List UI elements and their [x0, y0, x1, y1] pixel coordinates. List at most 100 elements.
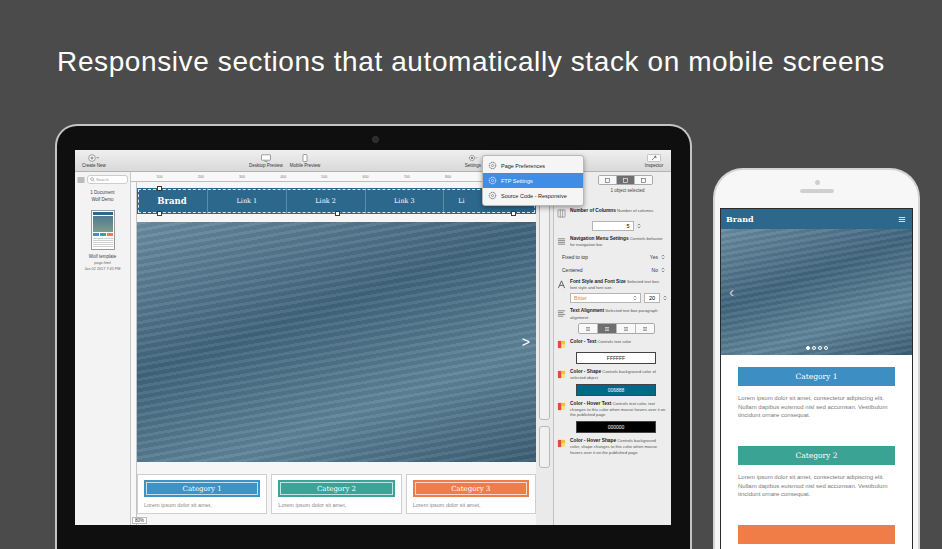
- row-text: Color - Text Controls text color: [570, 339, 631, 345]
- selection-handle[interactable]: [157, 186, 162, 191]
- gear-icon: [488, 176, 497, 185]
- row-description: Controls text color: [597, 339, 631, 344]
- color-well[interactable]: 006888: [576, 384, 656, 396]
- align-lines-icon: [604, 326, 610, 332]
- selection-handle[interactable]: [335, 211, 340, 216]
- select-label: Centered: [562, 267, 583, 273]
- preview-label: Desktop Preview: [249, 163, 283, 168]
- thumbnail-button: [93, 233, 99, 236]
- mobile-content: Category 1 Lorem ipsum dolor sit amet, c…: [721, 355, 912, 544]
- inspector-row: Color - Text Controls text color FFFFFF: [557, 339, 667, 364]
- inspector-row: Fixed to top Yes: [557, 253, 667, 261]
- section-strip: [536, 182, 553, 525]
- color-well[interactable]: FFFFFF: [576, 352, 656, 364]
- menu-item[interactable]: FTP Settings: [483, 173, 583, 188]
- page-thumbnail[interactable]: [91, 210, 115, 250]
- nav-link[interactable]: Link 1: [207, 188, 286, 214]
- inspector-row: Text Alignment Selected text box paragra…: [557, 308, 667, 334]
- select-box[interactable]: No: [650, 266, 667, 274]
- camera-icon: [372, 136, 379, 143]
- number-field[interactable]: 5: [592, 221, 634, 231]
- alignment-option[interactable]: [579, 324, 597, 333]
- align-lines-icon: [585, 326, 591, 332]
- phone-screen: Brand ‹ Category 1 Lorem ipsum dolor sit…: [720, 208, 913, 549]
- hamburger-icon[interactable]: [898, 216, 906, 223]
- slider-dot[interactable]: [806, 346, 810, 350]
- font-select[interactable]: Bitter: [570, 293, 641, 303]
- align-lines-icon: [623, 326, 629, 332]
- menu-item-label: FTP Settings: [501, 178, 533, 184]
- page-file: page.html: [94, 261, 111, 265]
- camera-icon: [815, 180, 820, 185]
- mobile-category-button[interactable]: Category 1: [738, 367, 895, 386]
- mobile-category-button[interactable]: [738, 525, 895, 544]
- thumbnail-nav: [93, 212, 113, 215]
- ruler-tick: 300: [239, 175, 245, 179]
- row-header: Color - Hover Shape Controls background …: [557, 438, 667, 455]
- slider-dot[interactable]: [824, 346, 828, 350]
- category-button[interactable]: Category 2: [278, 480, 394, 497]
- desktop-icon: [260, 154, 272, 162]
- row-text: Number of Columns Number of columns: [570, 208, 653, 214]
- alignment-option[interactable]: [597, 324, 616, 333]
- alignment-option[interactable]: [635, 324, 654, 333]
- inspector-row: Number of Columns Number of columns 5: [557, 208, 667, 231]
- nav-brand[interactable]: Brand: [137, 188, 207, 214]
- slider-dot[interactable]: [812, 346, 816, 350]
- ruler-tick: 600: [363, 175, 369, 179]
- nav-link[interactable]: Link 2: [286, 188, 365, 214]
- slider-dots: [721, 346, 912, 350]
- slider-next[interactable]: >: [522, 333, 530, 351]
- color-control: 000000: [557, 421, 667, 433]
- select-box[interactable]: Yes: [648, 253, 667, 261]
- zoom-level[interactable]: 80%: [132, 517, 147, 524]
- headline: Responsive sections that automatically s…: [0, 0, 942, 82]
- font-name: Bitter: [574, 295, 587, 301]
- color-well[interactable]: 000000: [576, 421, 656, 433]
- select-row: Fixed to top Yes: [557, 253, 667, 261]
- slider-prev[interactable]: ‹: [729, 283, 734, 301]
- stepper: 5: [557, 221, 667, 231]
- stepper-icon[interactable]: [663, 295, 667, 301]
- row-text: Navigation Menu Settings Controls behavi…: [570, 236, 667, 248]
- inspector-button[interactable]: Inspector: [641, 154, 667, 168]
- inspector-row: Font Style and Font Size Selected text b…: [557, 279, 667, 304]
- menu-item[interactable]: Source Code - Responsive: [483, 188, 583, 203]
- category-button[interactable]: Category 3: [413, 480, 529, 497]
- mobile-category-text: Lorem ipsum dolor sit amet, consectetur …: [738, 394, 895, 420]
- nav-bar[interactable]: Brand Link 1Link 2Link 3Li: [137, 188, 536, 214]
- font-size-field[interactable]: 20: [644, 293, 660, 303]
- row-title: Color - Text: [570, 339, 596, 344]
- create-new-button[interactable]: Create New: [79, 154, 109, 168]
- gear-icon: [467, 154, 479, 162]
- section-marker[interactable]: [539, 426, 550, 468]
- menu-item[interactable]: Page Preferences: [483, 158, 583, 173]
- preview-button[interactable]: Desktop Preview: [248, 154, 284, 168]
- thumbnail-buttons: [93, 233, 113, 236]
- settings-label: Settings: [465, 163, 481, 168]
- paint-icon: [557, 402, 566, 411]
- inspector-tab[interactable]: [634, 176, 652, 184]
- section-marker[interactable]: [539, 188, 550, 420]
- ruler-tick: 200: [198, 175, 204, 179]
- list-icon[interactable]: [77, 177, 85, 183]
- alignment-option[interactable]: [616, 324, 635, 333]
- slider-dot[interactable]: [818, 346, 822, 350]
- mobile-category: Category 2 Lorem ipsum dolor sit amet, c…: [738, 446, 895, 499]
- mobile-brand[interactable]: Brand: [726, 214, 754, 224]
- nav-link[interactable]: Link 3: [365, 188, 444, 214]
- category-button[interactable]: Category 1: [144, 480, 260, 497]
- inspector-tabs: [598, 175, 653, 185]
- row-text: Color - Hover Text Controls text color, …: [570, 401, 667, 418]
- inspector-tab[interactable]: [616, 176, 634, 184]
- row-text: Text Alignment Selected text box paragra…: [570, 308, 667, 320]
- selection-handle[interactable]: [511, 211, 516, 216]
- selection-handle[interactable]: [157, 211, 162, 216]
- stepper-icon[interactable]: [637, 223, 641, 229]
- mobile-category-button[interactable]: Category 2: [738, 446, 895, 465]
- search-field[interactable]: Search: [87, 175, 128, 184]
- preview-button[interactable]: Mobile Preview: [287, 154, 323, 168]
- search-icon: [90, 177, 95, 182]
- inspector-tab[interactable]: [599, 176, 616, 184]
- updown-icon: [661, 254, 665, 260]
